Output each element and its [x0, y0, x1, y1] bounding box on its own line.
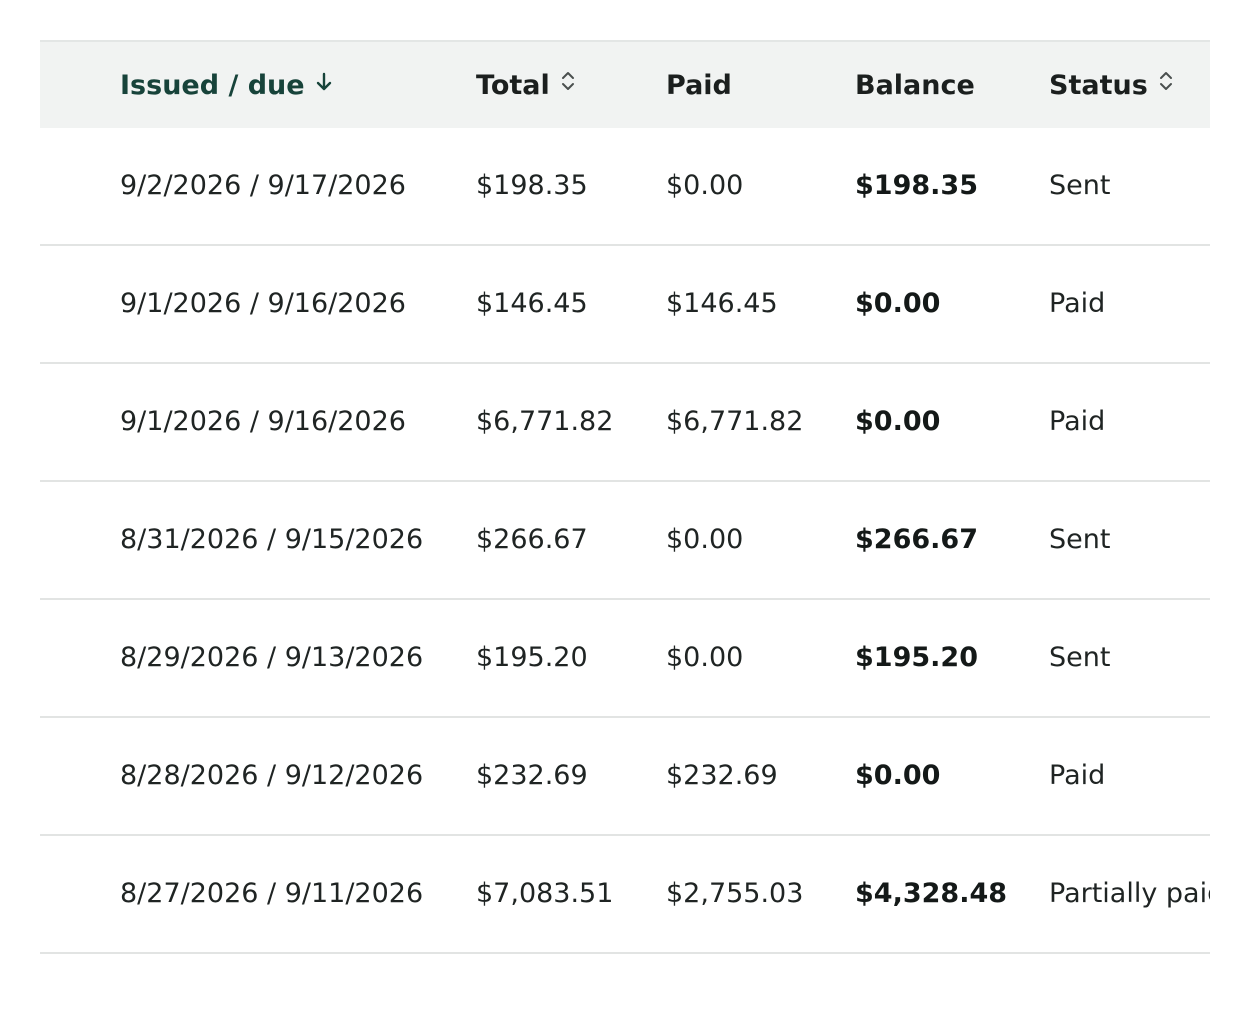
- invoices-table: Issued / due Total Paid Balance Status 9…: [40, 40, 1210, 956]
- column-header-status[interactable]: Status: [1049, 42, 1174, 130]
- cell-status: Paid: [1049, 288, 1106, 319]
- cell-total: $195.20: [476, 642, 588, 673]
- cell-balance: $0.00: [855, 288, 941, 319]
- column-header-total[interactable]: Total: [476, 42, 576, 130]
- cell-paid: $0.00: [666, 642, 744, 673]
- cell-paid: $2,755.03: [666, 878, 804, 909]
- sort-updown-icon: [560, 41, 576, 129]
- cell-issued-due: 9/2/2026 / 9/17/2026: [120, 170, 406, 201]
- cell-issued-due: 8/27/2026 / 9/11/2026: [120, 878, 424, 909]
- cell-total: $146.45: [476, 288, 588, 319]
- table-row[interactable]: 8/27/2026 / 9/11/2026 $7,083.51 $2,755.0…: [40, 836, 1210, 954]
- cell-status: Sent: [1049, 170, 1111, 201]
- cell-status: Paid: [1049, 760, 1106, 791]
- cell-issued-due: 9/1/2026 / 9/16/2026: [120, 288, 406, 319]
- cell-status: Sent: [1049, 642, 1111, 673]
- column-header-label: Balance: [855, 70, 975, 101]
- cell-paid: $232.69: [666, 760, 778, 791]
- cell-balance: $4,328.48: [855, 878, 1008, 909]
- table-row[interactable]: C 8/29/2026 / 9/13/2026 $195.20 $0.00 $1…: [40, 600, 1210, 718]
- cell-status: Partially paid: [1049, 878, 1210, 909]
- cell-balance: $198.35: [855, 170, 978, 201]
- sort-updown-icon: [1158, 41, 1174, 129]
- cell-status: Sent: [1049, 524, 1111, 555]
- arrow-down-icon: [315, 41, 333, 129]
- table-row[interactable]: 9/2/2026 / 9/17/2026 $198.35 $0.00 $198.…: [40, 128, 1210, 246]
- cell-total: $7,083.51: [476, 878, 614, 909]
- cell-total: $6,771.82: [476, 406, 614, 437]
- cell-paid: $0.00: [666, 170, 744, 201]
- cell-status: Paid: [1049, 406, 1106, 437]
- cell-total: $232.69: [476, 760, 588, 791]
- column-header-balance[interactable]: Balance: [855, 42, 975, 130]
- column-header-label: Total: [476, 70, 550, 101]
- cell-total: $198.35: [476, 170, 588, 201]
- cell-total: $266.67: [476, 524, 588, 555]
- table-row[interactable]: 8/31/2026 / 9/15/2026 $266.67 $0.00 $266…: [40, 482, 1210, 600]
- column-header-issued-due[interactable]: Issued / due: [120, 42, 333, 130]
- cell-balance: $0.00: [855, 406, 941, 437]
- column-header-paid[interactable]: Paid: [666, 42, 732, 130]
- cell-balance: $195.20: [855, 642, 978, 673]
- cell-issued-due: 8/28/2026 / 9/12/2026: [120, 760, 424, 791]
- cell-paid: $146.45: [666, 288, 778, 319]
- cell-issued-due: 8/29/2026 / 9/13/2026: [120, 642, 424, 673]
- cell-issued-due: 9/1/2026 / 9/16/2026: [120, 406, 406, 437]
- table-row[interactable]: 9/1/2026 / 9/16/2026 $146.45 $146.45 $0.…: [40, 246, 1210, 364]
- table-row[interactable]: 9/1/2026 / 9/16/2026 $6,771.82 $6,771.82…: [40, 364, 1210, 482]
- cell-balance: $266.67: [855, 524, 978, 555]
- table-header: Issued / due Total Paid Balance Status: [40, 40, 1210, 128]
- column-header-label: Issued / due: [120, 70, 305, 101]
- table-row[interactable]: 8/28/2026 / 9/12/2026 $232.69 $232.69 $0…: [40, 718, 1210, 836]
- cell-paid: $0.00: [666, 524, 744, 555]
- column-header-label: Paid: [666, 70, 732, 101]
- cell-issued-due: 8/31/2026 / 9/15/2026: [120, 524, 424, 555]
- cell-balance: $0.00: [855, 760, 941, 791]
- cell-paid: $6,771.82: [666, 406, 804, 437]
- column-header-label: Status: [1049, 70, 1148, 101]
